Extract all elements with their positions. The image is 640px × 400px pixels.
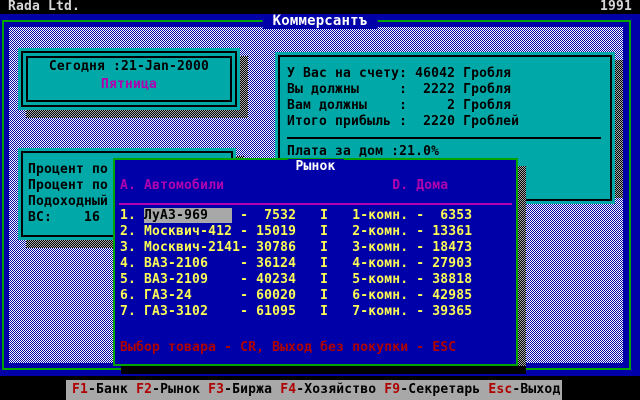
market-header-separator: [119, 203, 512, 205]
market-row[interactable]: 5. ВАЗ-2109 - 40234 I 5-комн. - 38818: [120, 272, 472, 288]
year-label: 1991: [599, 0, 632, 14]
app-screen: Rada Ltd. 1991 Коммерсантъ Сегодня :21-J…: [0, 0, 640, 400]
market-row-number: 1.: [120, 208, 145, 223]
tax-row: Процент по: [28, 178, 109, 193]
fkey-action: -Хозяйство: [296, 382, 377, 397]
main-area: Коммерсантъ Сегодня :21-Jan-2000 Пятница…: [0, 14, 640, 378]
bottom-bar: F1-Банк F2-Рынок F3-Биржа F4-Хозяйство F9-Се…: [0, 376, 640, 400]
fkey-f1-bank[interactable]: F1-Банк: [72, 382, 128, 397]
selection-highlight[interactable]: ЛуАЗ-969: [144, 208, 233, 223]
market-row-selected[interactable]: 1. ЛуАЗ-969 - 7532 I 1-комн. - 6353: [120, 208, 472, 224]
account-row-you-owe: Вы должны : 2222 Гробля: [287, 82, 512, 97]
tax-row: Процент по: [28, 162, 109, 177]
market-column-headers: А. Автомобили D. Дома: [120, 178, 449, 193]
market-footer-hint: Выбор товара - CR, Выход без покупки - E…: [120, 340, 457, 355]
fkey-label: F3: [208, 382, 225, 397]
fkey-f4-household[interactable]: F4-Хозяйство: [280, 382, 376, 397]
fkey-action: -Секретарь: [400, 382, 481, 397]
today-date: Сегодня :21-Jan-2000: [48, 59, 210, 74]
fkey-label: F4: [280, 382, 297, 397]
market-window: Рынок А. Автомобили D. Дома 1. ЛуАЗ-969 …: [113, 158, 518, 366]
fkey-esc-exit[interactable]: Esc-Выход: [488, 382, 560, 397]
weekday-label: Пятница: [100, 77, 158, 92]
fkey-f9-secretary[interactable]: F9-Секретарь: [384, 382, 480, 397]
fkey-bar: F1-Банк F2-Рынок F3-Биржа F4-Хозяйство F9-Се…: [66, 380, 562, 400]
fkey-label: F9: [384, 382, 401, 397]
fkey-label: F1: [72, 382, 89, 397]
date-box: Сегодня :21-Jan-2000 Пятница: [18, 48, 240, 110]
market-row[interactable]: 6. ГАЗ-24 - 60020 I 6-комн. - 42985: [120, 288, 472, 304]
account-row-profit: Итого прибыль : 2220 Гроблей: [287, 114, 520, 129]
market-row[interactable]: 3. Москвич-2141- 30786 I 3-комн. - 18473: [120, 240, 472, 256]
fkey-label: Esc: [488, 382, 513, 397]
market-window-shadow-right: [518, 166, 526, 374]
titlebar: Rada Ltd. 1991: [0, 0, 640, 14]
fkey-action: -Рынок: [152, 382, 201, 397]
fkey-action: -Биржа: [224, 382, 273, 397]
fkey-f2-market[interactable]: F2-Рынок: [136, 382, 200, 397]
account-row-owed-to-you: Вам должны : 2 Гробля: [287, 98, 512, 113]
fkey-action: -Банк: [88, 382, 129, 397]
fkey-action: -Выход: [512, 382, 561, 397]
market-row-values: - 7532 I 1-комн. - 6353: [232, 208, 473, 223]
vendor-name: Rada Ltd.: [8, 0, 81, 14]
app-title: Коммерсантъ: [262, 14, 378, 29]
market-row[interactable]: 4. ВАЗ-2106 - 36124 I 4-комн. - 27903: [120, 256, 472, 272]
tax-row: Подоходный: [28, 194, 109, 209]
account-row-balance: У Вас на счету: 46042 Гробля: [287, 66, 512, 81]
fkey-f3-exchange[interactable]: F3-Биржа: [208, 382, 272, 397]
fkey-label: F2: [136, 382, 153, 397]
market-window-title: Рынок: [287, 159, 344, 174]
market-row[interactable]: 7. ГАЗ-3102 - 61095 I 7-комн. - 39365: [120, 304, 472, 320]
tax-row: ВС: 16: [28, 210, 101, 225]
market-window-shadow-bottom: [121, 366, 526, 374]
account-separator: [287, 137, 601, 139]
market-row[interactable]: 2. Москвич-412 - 15019 I 2-комн. - 13361: [120, 224, 472, 240]
